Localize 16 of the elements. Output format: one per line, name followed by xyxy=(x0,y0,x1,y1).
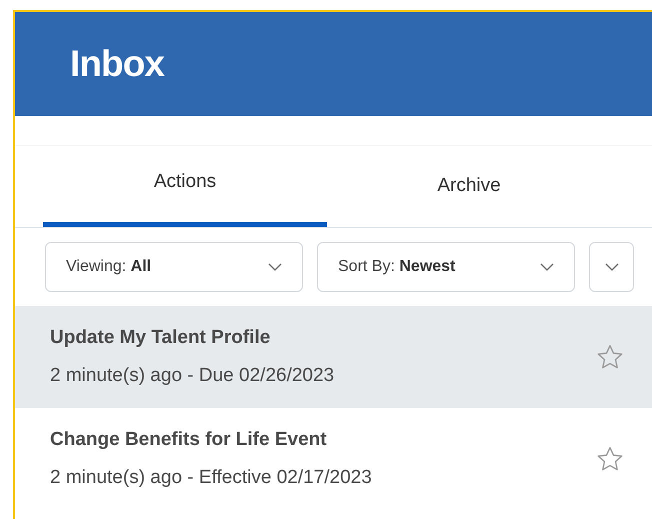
star-icon[interactable] xyxy=(596,446,624,472)
filter-dropdown[interactable]: Viewing: All xyxy=(45,242,303,292)
star-icon[interactable] xyxy=(596,344,624,370)
more-dropdown[interactable] xyxy=(589,242,634,292)
item-title: Change Benefits for Life Event xyxy=(50,428,328,452)
tab[interactable]: Actions xyxy=(43,146,327,227)
inbox-item[interactable]: Update My Talent Profile 2 minute(s) ago - Due 02/26/2023 xyxy=(15,306,652,408)
chevron-down-icon xyxy=(540,263,554,271)
tab[interactable]: Archive xyxy=(327,146,611,227)
item-subtitle: 2 minute(s) ago - Effective 02/17/2023 xyxy=(50,466,372,490)
filter-dropdown[interactable]: Sort By: Newest xyxy=(317,242,575,292)
chevron-down-icon xyxy=(268,263,282,271)
item-subtitle: 2 minute(s) ago - Due 02/26/2023 xyxy=(50,364,334,388)
item-title: Update My Talent Profile xyxy=(50,326,272,350)
chevron-down-icon xyxy=(604,263,618,271)
page-title: Inbox xyxy=(70,42,164,86)
